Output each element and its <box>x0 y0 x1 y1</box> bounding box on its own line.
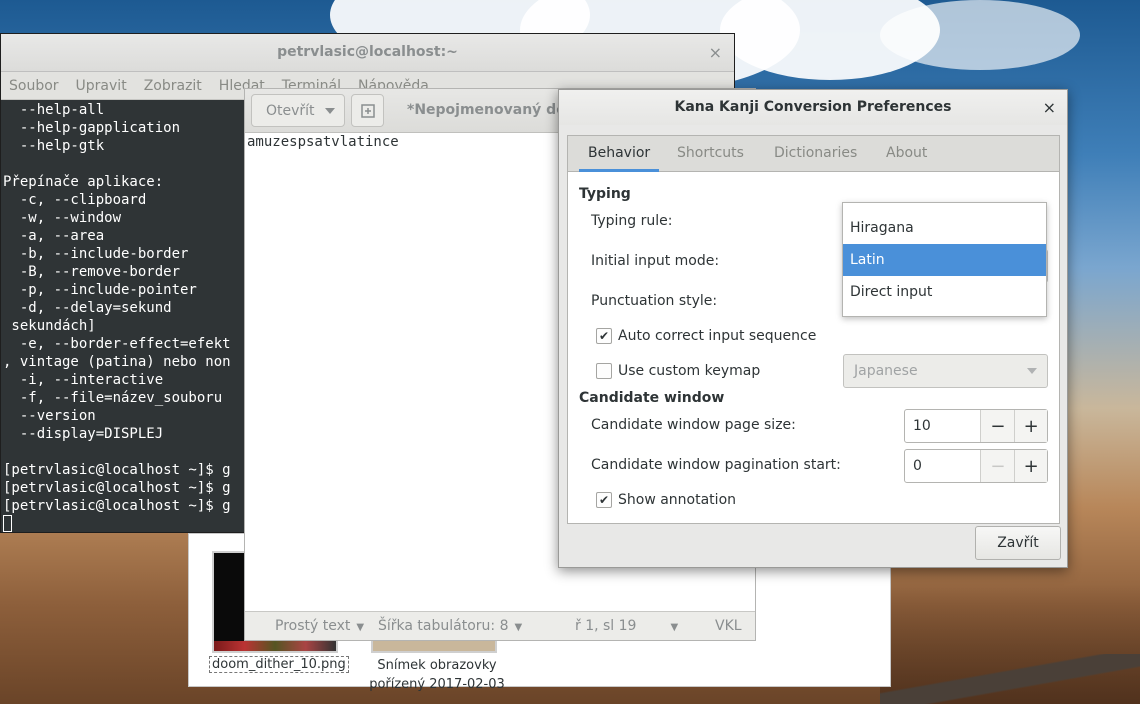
road <box>880 654 1140 704</box>
terminal-line: --help-gtk <box>3 138 105 154</box>
auto-correct-checkbox[interactable]: ✔ <box>596 328 612 344</box>
cursor-position-label: ř 1, sl 19 <box>575 618 637 634</box>
tab-shortcuts[interactable]: Shortcuts <box>677 136 744 172</box>
open-button-label: Otevřít <box>266 102 315 119</box>
page-size-spinbutton: 10 − + <box>904 409 1048 443</box>
menu-upravit[interactable]: Upravit <box>76 78 127 94</box>
show-annotation-checkbox[interactable]: ✔ <box>596 492 612 508</box>
terminal-line: sekundách] <box>3 318 96 334</box>
dialog-title: Kana Kanji Conversion Preferences <box>674 99 952 115</box>
page-size-decrement-button[interactable]: − <box>981 410 1015 442</box>
pagination-decrement-button: − <box>981 450 1015 482</box>
page-size-label: Candidate window page size: <box>591 417 796 433</box>
auto-correct-row[interactable]: ✔ Auto correct input sequence <box>596 328 816 344</box>
terminal-titlebar[interactable]: petrvlasic@localhost:~ × <box>1 34 734 72</box>
check-icon: ✔ <box>598 493 610 507</box>
new-document-icon <box>360 103 375 118</box>
chevron-down-icon: ▼ <box>514 622 523 633</box>
dropdown-option-hiragana[interactable]: Hiragana <box>843 212 1046 244</box>
dialog-titlebar[interactable]: Kana Kanji Conversion Preferences × <box>559 90 1067 125</box>
terminal-line: --display=DISPLEJ <box>3 426 164 442</box>
terminal-line: , vintage (patina) nebo non <box>3 354 231 370</box>
terminal-line: -p, --include-pointer <box>3 282 197 298</box>
tab-dictionaries[interactable]: Dictionaries <box>774 136 857 172</box>
dialog-close-icon[interactable]: × <box>1043 98 1056 117</box>
preferences-dialog: Kana Kanji Conversion Preferences × Beha… <box>558 89 1068 568</box>
file-label-doom[interactable]: doom_dither_10.png <box>209 656 349 673</box>
terminal-line: Přepínače aplikace: <box>3 174 164 190</box>
terminal-line: --help-all <box>3 102 105 118</box>
check-icon: ✔ <box>598 329 610 343</box>
language-selector[interactable]: Prostý text ▼ <box>275 618 364 634</box>
input-mode-dropdown-menu: Hiragana Latin Direct input <box>842 202 1047 317</box>
close-button[interactable]: Zavřít <box>975 526 1061 560</box>
terminal-line: -b, --include-border <box>3 246 189 262</box>
terminal-line: -w, --window <box>3 210 122 226</box>
terminal-line: [petrvlasic@localhost ~]$ g <box>3 480 231 496</box>
menu-zobrazit[interactable]: Zobrazit <box>144 78 202 94</box>
terminal-line: [petrvlasic@localhost ~]$ g <box>3 462 231 478</box>
terminal-line: -f, --file=název_souboru <box>3 390 223 406</box>
pagination-start-label: Candidate window pagination start: <box>591 457 841 473</box>
terminal-line: -c, --clipboard <box>3 192 147 208</box>
terminal-output[interactable]: --help-all --help-gapplication --help-gt… <box>3 101 231 534</box>
chevron-down-icon <box>324 107 335 114</box>
page-size-increment-button[interactable]: + <box>1014 410 1047 442</box>
tab-about[interactable]: About <box>886 136 927 172</box>
custom-keymap-label: Use custom keymap <box>618 363 761 379</box>
show-annotation-label: Show annotation <box>618 492 737 508</box>
terminal-line: --version <box>3 408 96 424</box>
page-size-input[interactable]: 10 <box>905 410 982 442</box>
typing-rule-label: Typing rule: <box>591 213 673 229</box>
custom-keymap-checkbox[interactable] <box>596 363 612 379</box>
dropdown-option-latin[interactable]: Latin <box>843 244 1046 276</box>
terminal-line: -a, --area <box>3 228 105 244</box>
auto-correct-label: Auto correct input sequence <box>618 328 817 344</box>
terminal-line: -B, --remove-border <box>3 264 181 280</box>
terminal-prompt-line <box>3 515 231 534</box>
keymap-combo: Japanese <box>843 354 1048 388</box>
tab-width-label: Šířka tabulátoru: 8 <box>378 618 509 634</box>
section-typing: Typing <box>579 186 631 202</box>
terminal-line: [petrvlasic@localhost ~]$ g <box>3 498 231 514</box>
keymap-value: Japanese <box>854 363 918 379</box>
insert-mode-label: VKL <box>715 618 742 634</box>
terminal-line: --help-gapplication <box>3 120 181 136</box>
new-document-button[interactable] <box>351 94 384 127</box>
show-annotation-row[interactable]: ✔ Show annotation <box>596 492 736 508</box>
dropdown-option-direct-input[interactable]: Direct input <box>843 276 1046 308</box>
punctuation-style-label: Punctuation style: <box>591 293 718 309</box>
chevron-down-icon: ▼ <box>670 622 679 633</box>
editor-text-area[interactable]: amuzespsatvlatince <box>247 134 399 150</box>
terminal-line: -d, --delay=sekund <box>3 300 172 316</box>
cursor-position[interactable]: ř 1, sl 19 ▼ <box>575 618 678 634</box>
open-button[interactable]: Otevřít <box>251 94 345 127</box>
editor-statusbar: Prostý text ▼ Šířka tabulátoru: 8 ▼ ř 1, s… <box>245 611 755 640</box>
preferences-notebook: Behavior Shortcuts Dictionaries About Ty… <box>567 135 1060 524</box>
terminal-line: -e, --border-effect=efekt <box>3 336 231 352</box>
chevron-down-icon: ▼ <box>356 622 365 633</box>
tab-bar: Behavior Shortcuts Dictionaries About <box>568 136 1059 172</box>
file-label-screenshot[interactable]: Snímek obrazovky pořízený 2017-02-03 <box>367 656 507 694</box>
terminal-close-icon[interactable]: × <box>709 43 722 62</box>
terminal-title: petrvlasic@localhost:~ <box>277 44 458 60</box>
terminal-cursor <box>3 515 12 532</box>
language-label: Prostý text <box>275 618 351 634</box>
tab-width-selector[interactable]: Šířka tabulátoru: 8 ▼ <box>378 618 522 634</box>
cloud <box>880 0 1080 70</box>
pagination-increment-button[interactable]: + <box>1014 450 1047 482</box>
terminal-line: -i, --interactive <box>3 372 164 388</box>
pagination-start-spinbutton: 0 − + <box>904 449 1048 483</box>
initial-input-mode-label: Initial input mode: <box>591 253 720 269</box>
pagination-start-input[interactable]: 0 <box>905 450 982 482</box>
tab-behavior[interactable]: Behavior <box>579 136 660 172</box>
menu-soubor[interactable]: Soubor <box>9 78 59 94</box>
chevron-down-icon <box>1027 368 1037 374</box>
section-candidate-window: Candidate window <box>579 390 725 406</box>
custom-keymap-row[interactable]: Use custom keymap <box>596 363 760 379</box>
